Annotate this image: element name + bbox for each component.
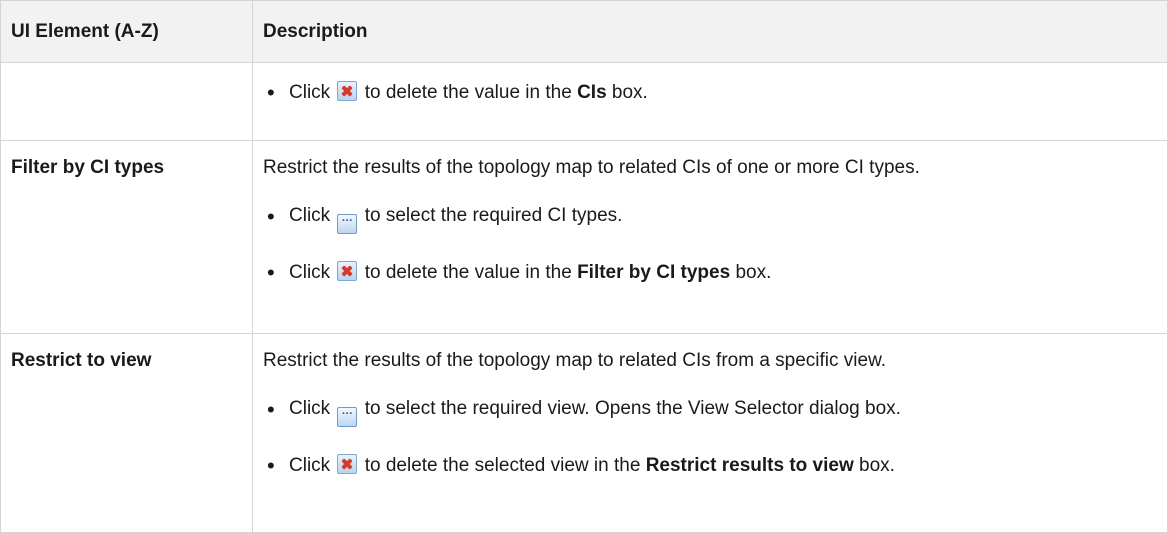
- bullet-dot: •: [267, 454, 275, 478]
- browse-icon: ···: [337, 407, 357, 427]
- description-text: Restrict the results of the topology map…: [263, 334, 1167, 377]
- bullet-item: • Click ··· to select the required CI ty…: [263, 205, 1167, 234]
- bullet-post: to delete the value in the: [365, 82, 572, 103]
- bullet-post: to delete the selected view in the: [365, 455, 641, 476]
- bullet-post: to select the required CI types.: [365, 205, 623, 226]
- bullet-tail: box.: [859, 455, 895, 476]
- delete-icon: [337, 81, 357, 101]
- table-header-row: UI Element (A-Z) Description: [1, 1, 1167, 63]
- bullet-pre: Click: [289, 455, 330, 476]
- description-text: Restrict the results of the topology map…: [263, 141, 1167, 184]
- bullet-dot: •: [267, 81, 275, 105]
- bullet-dot: •: [267, 398, 275, 422]
- bullet-bold: Filter by CI types: [577, 262, 730, 283]
- bullet-post: to select the required view. Opens the V…: [365, 398, 901, 419]
- delete-icon: [337, 261, 357, 281]
- bullet-item: • Click to delete the value in the Filte…: [263, 261, 1167, 284]
- column-header-ui-element: UI Element (A-Z): [1, 1, 253, 63]
- table-row: • Click to delete the value in the CIs b…: [1, 63, 1167, 141]
- delete-icon: [337, 454, 357, 474]
- bullet-item: • Click to delete the selected view in t…: [263, 454, 1167, 477]
- table-row: Restrict to view Restrict the results of…: [1, 334, 1167, 533]
- bullet-tail: box.: [612, 82, 648, 103]
- bullet-tail: box.: [735, 262, 771, 283]
- bullet-dot: •: [267, 205, 275, 229]
- description-cell: Restrict the results of the topology map…: [253, 334, 1167, 533]
- ui-element-name: Restrict to view: [1, 334, 253, 533]
- ui-element-name: [1, 63, 253, 141]
- bullet-item: • Click to delete the value in the CIs b…: [263, 81, 1167, 104]
- description-cell: Restrict the results of the topology map…: [253, 141, 1167, 334]
- bullet-pre: Click: [289, 262, 330, 283]
- column-header-description: Description: [253, 1, 1167, 63]
- browse-icon: ···: [337, 214, 357, 234]
- description-cell: • Click to delete the value in the CIs b…: [253, 63, 1167, 141]
- bullet-pre: Click: [289, 205, 330, 226]
- ui-elements-table: UI Element (A-Z) Description • Click to …: [0, 0, 1167, 533]
- bullet-bold: CIs: [577, 82, 607, 103]
- bullet-post: to delete the value in the: [365, 262, 572, 283]
- bullet-item: • Click ··· to select the required view.…: [263, 398, 1167, 427]
- bullet-bold: Restrict results to view: [646, 455, 854, 476]
- ui-element-name: Filter by CI types: [1, 141, 253, 334]
- bullet-pre: Click: [289, 82, 330, 103]
- bullet-dot: •: [267, 261, 275, 285]
- table-row: Filter by CI types Restrict the results …: [1, 141, 1167, 334]
- bullet-pre: Click: [289, 398, 330, 419]
